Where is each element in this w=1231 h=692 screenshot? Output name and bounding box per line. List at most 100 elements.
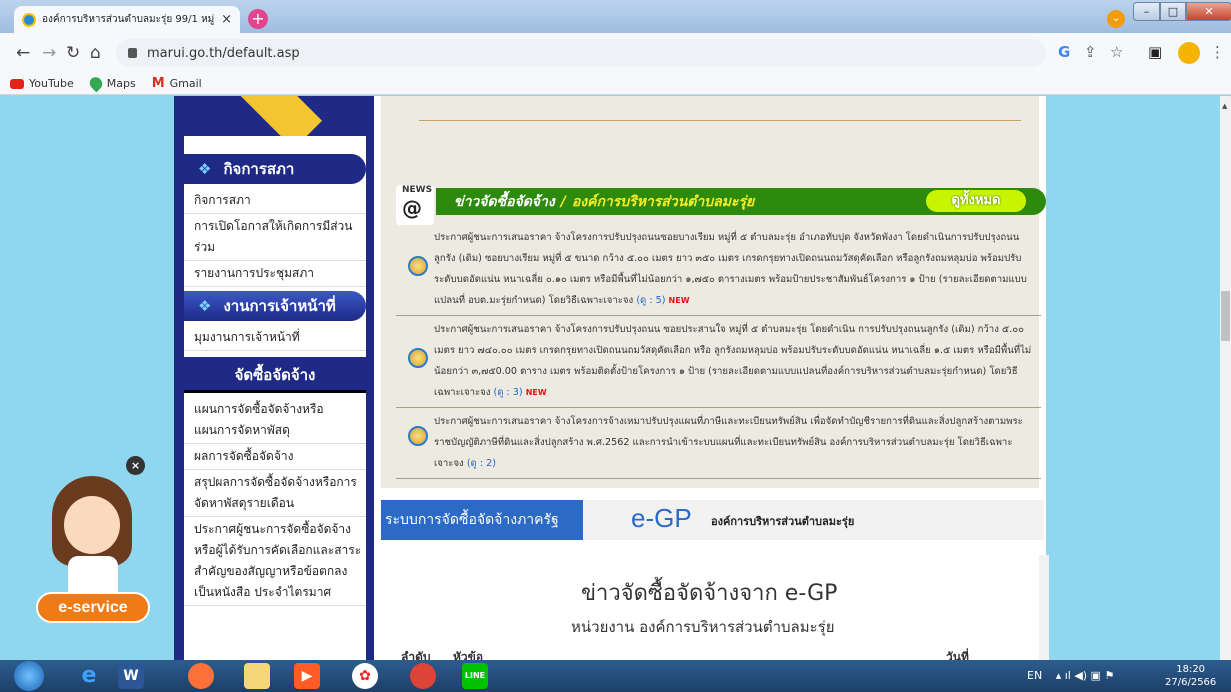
egp-col-topic: หัวข้อ: [453, 650, 484, 660]
seal-icon: [408, 426, 428, 446]
windows-taskbar: e W ▶ ✿ LINE EN ▴ ıl ◀) ▣ ⚑ 18:20 27/6/2…: [0, 660, 1231, 692]
word-icon[interactable]: W: [118, 663, 144, 689]
url-text: marui.go.th/default.asp: [147, 45, 300, 61]
egp-header: ระบบการจัดซื้อจัดจ้างภาครัฐ e-GP องค์การ…: [381, 500, 1044, 540]
view-count: (ดู : 2): [466, 458, 496, 469]
browser-tab-bar: องค์การบริหารส่วนตำบลมะรุ่ย 99/1 หมู่ × …: [0, 0, 1231, 33]
profile-avatar[interactable]: [1178, 42, 1200, 64]
reload-icon[interactable]: ↻: [66, 43, 80, 63]
window-controls: – □ ✕: [1133, 2, 1231, 21]
sidebar-item[interactable]: สรุปผลการจัดซื้อจัดจ้างหรือการจัดหาพัสดุ…: [184, 470, 366, 517]
egp-col-date: วันที่: [946, 650, 969, 660]
view-count: (ดู : 5): [636, 295, 666, 306]
paw-app-icon[interactable]: ✿: [352, 663, 378, 689]
egp-subtitle: หน่วยงาน องค์การบริหารส่วนตำบลมะรุ่ย: [571, 618, 835, 636]
gmail-icon: M: [151, 76, 165, 91]
egp-tag: ระบบการจัดซื้อจัดจ้างภาครัฐ: [381, 500, 583, 540]
left-sidebar: ❖ กิจการสภา กิจการสภา การเปิดโอกาสให้เกิ…: [174, 136, 374, 660]
egp-col-order: ลำดับ: [401, 650, 431, 660]
sidebar-item[interactable]: แผนการจัดซื้อจัดจ้างหรือแผนการจัดหาพัสดุ: [184, 397, 366, 444]
sidebar-heading-procurement: จัดซื้อจัดจ้าง: [184, 357, 366, 393]
close-window-button[interactable]: ✕: [1186, 2, 1231, 21]
heading-label: กิจการสภา: [223, 160, 295, 178]
system-clock[interactable]: 18:20 27/6/2566: [1165, 663, 1216, 689]
view-count: (ดู : 3): [493, 387, 523, 398]
diamond-icon: ❖: [198, 297, 212, 315]
sidebar-heading-council: ❖ กิจการสภา: [184, 154, 366, 184]
seal-icon: [408, 348, 428, 368]
scroll-up-icon[interactable]: ▲: [1222, 102, 1227, 110]
sidebar-item[interactable]: ประกาศผู้ชนะการจัดซื้อจัดจ้างหรือผู้ได้ร…: [184, 517, 366, 606]
egp-scrollbar[interactable]: [1039, 555, 1049, 660]
bookmark-label: YouTube: [29, 77, 74, 90]
maximize-button[interactable]: □: [1160, 2, 1186, 21]
news-header: NEWS @ ข่าวจัดซื้อจัดจ้าง / องค์การบริหา…: [396, 185, 1046, 225]
media-icon[interactable]: ▶: [294, 663, 320, 689]
browser-toolbar: ← → ↻ ⌂ marui.go.th/default.asp G ⇪ ☆ ▣ …: [0, 33, 1231, 73]
sidebar-item[interactable]: การเปิดโอกาสให้เกิดการมีส่วนร่วม: [184, 214, 366, 261]
main-content: NEWS @ ข่าวจัดซื้อจัดจ้าง / องค์การบริหา…: [374, 96, 1049, 660]
firefox-icon[interactable]: [188, 663, 214, 689]
at-icon: @: [402, 196, 422, 220]
chrome-icon[interactable]: [410, 663, 436, 689]
bookmark-label: Gmail: [169, 77, 202, 90]
news-item[interactable]: ประกาศผู้ชนะการเสนอราคา จ้างโครงการจ้างเ…: [396, 408, 1041, 479]
minimize-button[interactable]: –: [1133, 2, 1160, 21]
news-item[interactable]: ประกาศผู้ชนะการเสนอราคา จ้างโครงการปรับป…: [396, 224, 1041, 316]
egp-logo: e-GP: [631, 503, 692, 533]
sidebar-item[interactable]: รายงานการประชุมสภา: [184, 261, 366, 287]
clock-date: 27/6/2566: [1165, 677, 1217, 688]
tab-close-icon[interactable]: ×: [221, 12, 232, 27]
bookmark-youtube[interactable]: YouTube: [10, 77, 74, 90]
eservice-button[interactable]: e-service: [36, 592, 150, 623]
heading-label: งานการเจ้าหน้าที่: [223, 297, 336, 315]
header-ribbon: [174, 96, 380, 150]
line-icon[interactable]: LINE: [462, 663, 488, 689]
sidebar-item[interactable]: ผลการจัดซื้อจัดจ้าง: [184, 444, 366, 470]
news-org: องค์การบริหารส่วนตำบลมะรุ่ย: [571, 193, 755, 210]
clock-time: 18:20: [1176, 664, 1206, 675]
explorer-icon[interactable]: [244, 663, 270, 689]
lock-icon: [128, 48, 137, 58]
sidebar-heading-staff: ❖ งานการเจ้าหน้าที่: [184, 291, 366, 321]
scroll-thumb[interactable]: [1221, 291, 1230, 341]
tab-title: องค์การบริหารส่วนตำบลมะรุ่ย 99/1 หมู่: [42, 14, 215, 25]
tray-icons[interactable]: ▴ ıl ◀) ▣ ⚑: [1056, 669, 1115, 682]
start-button[interactable]: [14, 661, 44, 691]
share-icon[interactable]: ⇪: [1084, 43, 1097, 61]
bookmarks-bar: YouTube Maps M Gmail: [0, 73, 1231, 95]
forward-icon[interactable]: →: [42, 43, 56, 63]
news-title-bar: ข่าวจัดซื้อจัดจ้าง / องค์การบริหารส่วนตำ…: [436, 188, 1046, 215]
news-icon-label: NEWS: [402, 185, 433, 195]
bookmark-maps[interactable]: Maps: [86, 74, 136, 93]
menu-icon[interactable]: ⋮: [1210, 43, 1225, 61]
news-item-text[interactable]: ประกาศผู้ชนะการเสนอราคา จ้างโครงการจ้างเ…: [434, 416, 1023, 469]
diamond-icon: ❖: [198, 160, 212, 178]
browser-tab[interactable]: องค์การบริหารส่วนตำบลมะรุ่ย 99/1 หมู่ ×: [14, 6, 240, 33]
tab-search-icon[interactable]: ⌄: [1107, 10, 1125, 28]
seal-icon: [408, 256, 428, 276]
news-title: ข่าวจัดซื้อจัดจ้าง: [454, 193, 555, 210]
system-tray: EN ▴ ıl ◀) ▣ ⚑: [1027, 669, 1114, 682]
news-item[interactable]: ประกาศผู้ชนะการเสนอราคา จ้างโครงการปรับป…: [396, 316, 1041, 408]
bookmark-star-icon[interactable]: ☆: [1110, 43, 1123, 61]
back-icon[interactable]: ←: [16, 43, 30, 63]
news-item-text[interactable]: ประกาศผู้ชนะการเสนอราคา จ้างโครงการปรับป…: [434, 232, 1027, 306]
news-item-text[interactable]: ประกาศผู้ชนะการเสนอราคา จ้างโครงการปรับป…: [434, 324, 1031, 398]
view-all-button[interactable]: ดูทั้งหมด: [926, 190, 1026, 212]
ie-icon[interactable]: e: [76, 663, 102, 689]
page-scrollbar[interactable]: ▲: [1220, 96, 1231, 660]
language-indicator[interactable]: EN: [1027, 669, 1042, 682]
home-icon[interactable]: ⌂: [90, 43, 101, 63]
sidebar-item[interactable]: กิจการสภา: [184, 188, 366, 214]
news-list: ประกาศผู้ชนะการเสนอราคา จ้างโครงการปรับป…: [396, 224, 1041, 479]
side-panel-icon[interactable]: ▣: [1148, 43, 1162, 61]
sidebar-item[interactable]: มุมงานการเจ้าหน้าที่: [184, 325, 366, 351]
google-lens-icon[interactable]: G: [1058, 43, 1070, 61]
web-page: ❖ กิจการสภา กิจการสภา การเปิดโอกาสให้เกิ…: [0, 96, 1220, 660]
address-bar[interactable]: marui.go.th/default.asp: [116, 39, 1046, 67]
bookmark-gmail[interactable]: M Gmail: [152, 76, 202, 91]
new-badge-icon: NEW: [668, 296, 690, 305]
new-tab-button[interactable]: +: [248, 9, 268, 29]
widget-close-icon[interactable]: ×: [126, 456, 145, 475]
